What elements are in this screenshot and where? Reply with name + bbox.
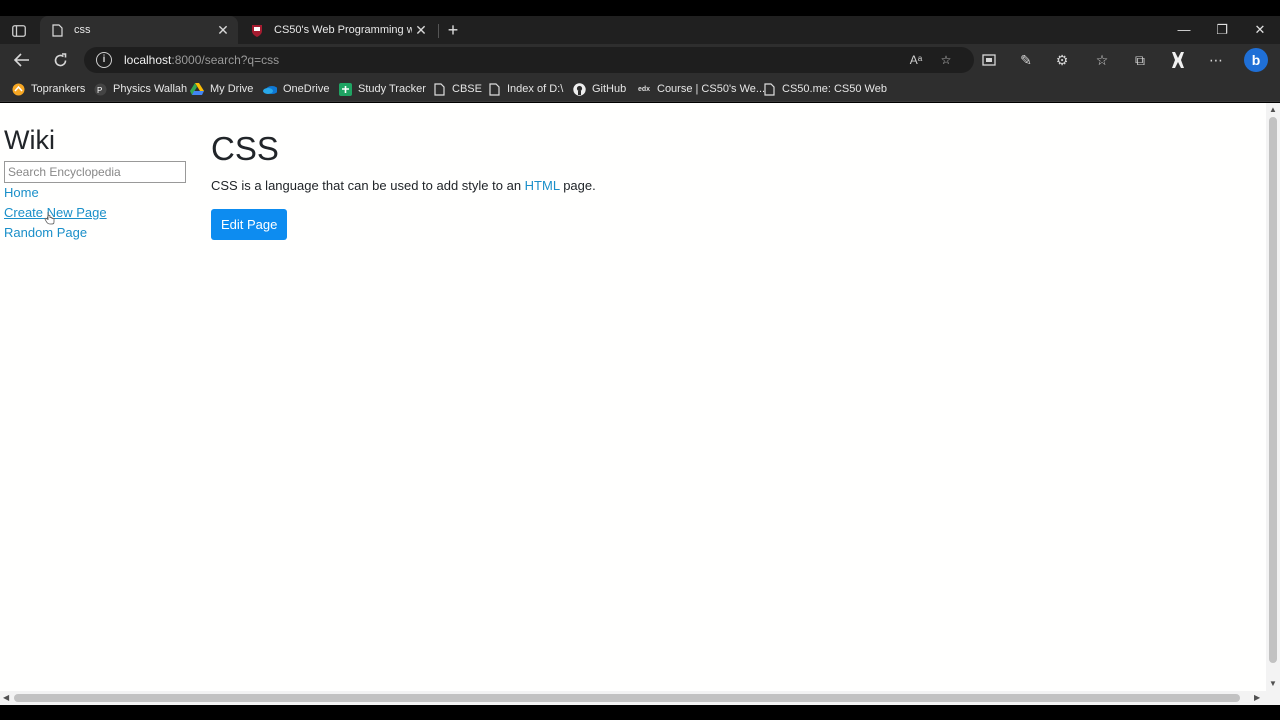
edx-icon: edx [637,85,651,93]
close-icon[interactable]: ✕ [412,21,430,39]
bottom-black-strip [0,705,1280,720]
read-aloud-icon[interactable]: Aᵃ [908,52,924,68]
favorites-icon[interactable]: ☆ [1092,50,1112,70]
profile-avatar-icon[interactable] [1168,50,1188,70]
page-body-text: CSS is a language that can be used to ad… [211,178,596,193]
tab-title: CS50's Web Programming with P [274,24,412,36]
wiki-title: Wiki [4,125,55,155]
bookmark-cbse[interactable]: CBSE [432,81,482,97]
search-input[interactable] [4,161,186,183]
page-title: CSS [211,130,279,167]
tab-actions-icon[interactable] [8,22,30,40]
restore-icon[interactable]: ❐ [1212,22,1232,38]
scroll-right-icon[interactable]: ▶ [1254,693,1260,702]
drive-icon [190,82,204,96]
minimize-icon[interactable]: — [1174,22,1194,37]
main-content: CSS CSS is a language that can be used t… [211,127,1211,240]
scroll-left-icon[interactable]: ◀ [3,693,9,702]
mouse-cursor-icon [44,212,55,225]
edit-page-button[interactable]: Edit Page [211,209,288,240]
pen-icon[interactable]: ✎ [1016,50,1036,70]
bookmarks-bar: Toprankers P Physics Wallah My Drive One… [0,76,1280,102]
github-icon [572,82,586,96]
scrollbar-corner [1266,691,1280,705]
scroll-down-icon[interactable]: ▼ [1269,679,1277,688]
physics-wallah-icon: P [93,82,107,96]
reload-icon[interactable] [50,50,70,70]
bookmark-onedrive[interactable]: OneDrive [263,81,329,97]
bookmark-study-tracker[interactable]: Study Tracker [338,81,426,97]
new-tab-icon[interactable]: + [444,21,462,39]
svg-text:P: P [97,86,102,95]
split-screen-icon[interactable] [979,50,999,70]
page-icon [50,23,64,37]
page-icon [432,82,446,96]
site-info-icon[interactable]: i [96,52,112,68]
favorite-star-icon[interactable]: ☆ [938,52,954,68]
study-tracker-icon [338,82,352,96]
random-page-link[interactable]: Random Page [4,223,194,243]
sidebar: Wiki Home Create New Page Random Page [4,123,194,243]
tab-strip: css ✕ CS50's Web Programming with P ✕ + … [0,16,1280,44]
tab-separator [438,24,439,38]
horizontal-scrollbar[interactable]: ◀ ▶ [0,691,1266,705]
horizontal-scroll-thumb[interactable] [14,694,1240,702]
window-close-icon[interactable]: ✕ [1250,22,1270,38]
bookmark-course-cs50[interactable]: edx Course | CS50's We... [637,81,765,97]
bookmark-cs50-me[interactable]: CS50.me: CS50 Web [762,81,887,97]
onedrive-icon [263,82,277,96]
bookmark-my-drive[interactable]: My Drive [190,81,253,97]
create-new-page-link[interactable]: Create New Page [4,203,194,223]
more-menu-icon[interactable]: ⋯ [1206,50,1226,70]
navigation-bar: i localhost:8000/search?q=css Aᵃ ☆ ✎ ⚙ ☆… [0,44,1280,76]
bookmark-index-of-d[interactable]: Index of D:\ [487,81,563,97]
bookmark-toprankers[interactable]: Toprankers [11,81,85,97]
address-bar[interactable]: i localhost:8000/search?q=css Aᵃ ☆ [84,47,974,73]
vertical-scrollbar[interactable]: ▲ ▼ [1266,103,1280,691]
harvard-shield-icon [250,23,264,37]
tab-title: css [74,24,91,36]
vertical-scroll-thumb[interactable] [1269,117,1277,663]
page-icon [487,82,501,96]
page-icon [762,82,776,96]
tab-cs50[interactable]: CS50's Web Programming with P ✕ [240,16,436,44]
tab-css[interactable]: css ✕ [40,16,238,44]
top-black-strip [0,0,1280,16]
back-icon[interactable] [12,50,32,70]
page-viewport: Wiki Home Create New Page Random Page CS… [0,103,1266,691]
bookmark-physics-wallah[interactable]: P Physics Wallah [93,81,187,97]
toprankers-icon [11,82,25,96]
url-text[interactable]: localhost:8000/search?q=css [124,53,279,67]
copilot-icon[interactable]: b [1244,48,1268,72]
bookmark-github[interactable]: GitHub [572,81,626,97]
extensions-icon[interactable]: ⚙ [1052,50,1072,70]
html-link[interactable]: HTML [525,178,560,193]
close-icon[interactable]: ✕ [214,21,232,39]
collections-icon[interactable]: ⧉ [1130,50,1150,70]
scroll-up-icon[interactable]: ▲ [1269,105,1277,114]
screen: css ✕ CS50's Web Programming with P ✕ + … [0,0,1280,720]
home-link[interactable]: Home [4,183,194,203]
